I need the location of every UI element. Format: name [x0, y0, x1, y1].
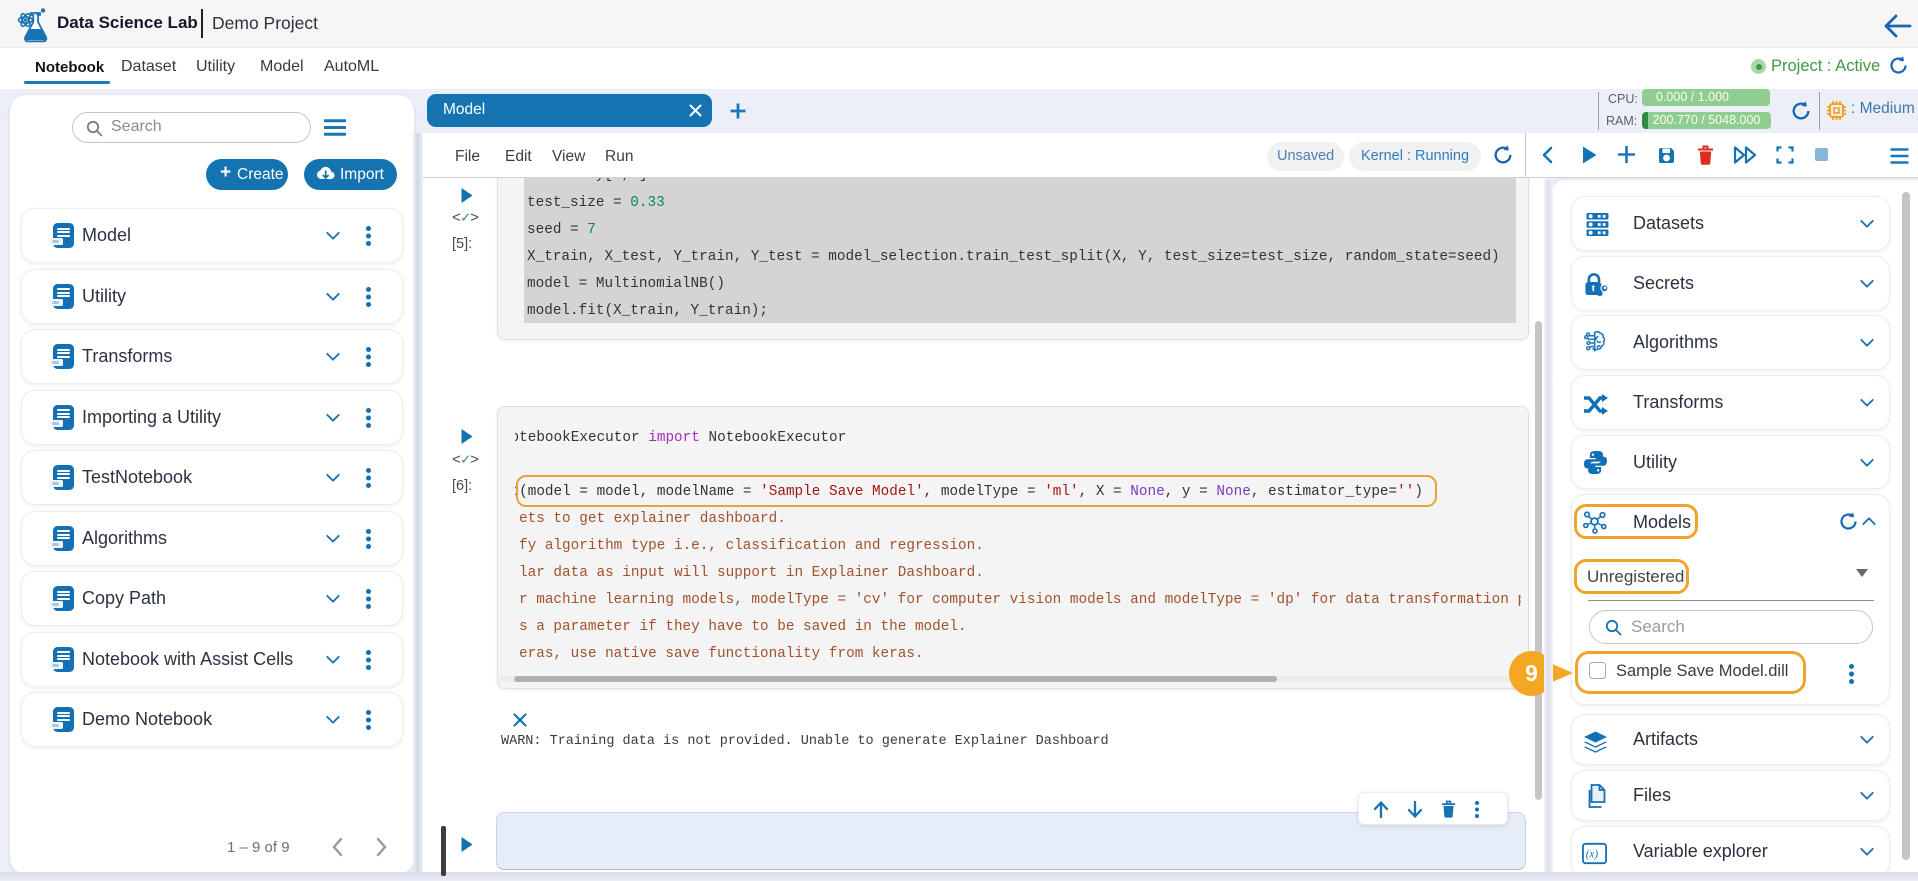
svg-text:(x): (x): [1586, 849, 1599, 861]
